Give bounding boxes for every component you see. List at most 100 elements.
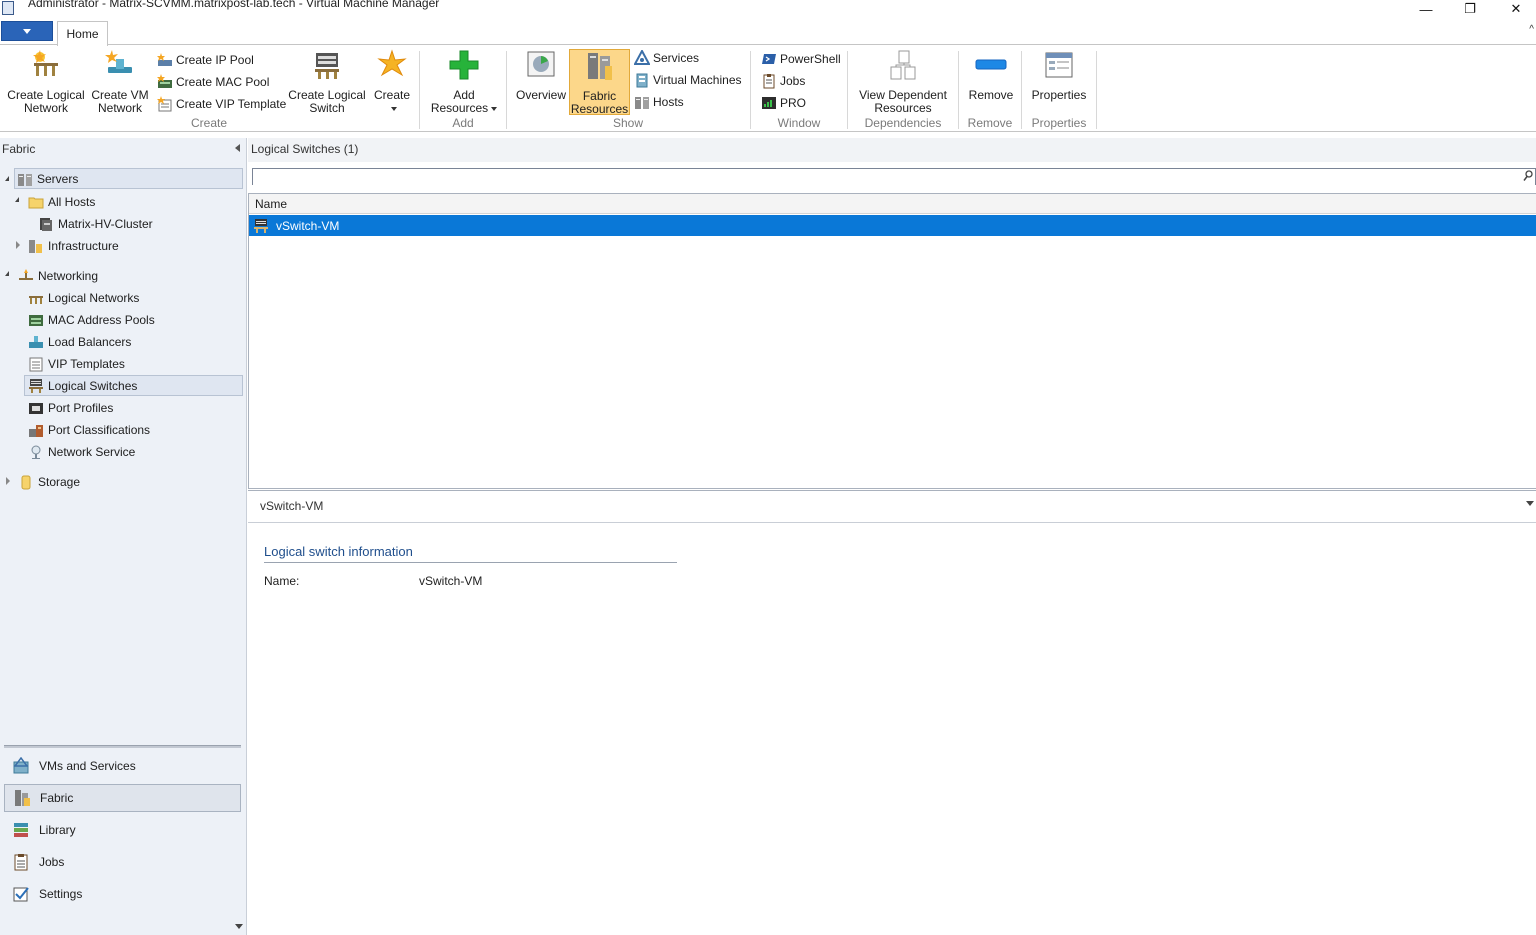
ribbon-separator bbox=[1096, 51, 1097, 129]
properties-button[interactable]: Properties bbox=[1028, 49, 1090, 115]
mac-pool-icon bbox=[157, 74, 173, 90]
ip-pool-icon bbox=[157, 52, 173, 68]
tree-item-infrastructure[interactable]: Infrastructure bbox=[28, 235, 119, 256]
file-menu-button[interactable] bbox=[1, 21, 53, 41]
minimize-button[interactable]: — bbox=[1403, 0, 1449, 18]
name-property-value: vSwitch-VM bbox=[419, 574, 483, 588]
collapse-pane-icon[interactable] bbox=[235, 144, 240, 152]
search-input[interactable] bbox=[253, 169, 1535, 185]
hosts-button[interactable]: Hosts bbox=[634, 92, 684, 112]
storage-icon bbox=[18, 474, 34, 490]
list-title-bar bbox=[248, 138, 1536, 162]
ribbon-tab-row: Home ^ bbox=[0, 18, 1536, 46]
tree-label-all-hosts: All Hosts bbox=[48, 194, 96, 209]
overview-button[interactable]: Overview bbox=[514, 49, 568, 115]
ribbon-group-add: Add Resources Add bbox=[420, 45, 506, 132]
expand-networking-icon[interactable] bbox=[5, 271, 9, 276]
expand-infrastructure-icon[interactable] bbox=[16, 241, 20, 249]
hosts-label: Hosts bbox=[653, 95, 684, 109]
ribbon-group-properties: Properties Properties bbox=[1022, 45, 1096, 132]
workspace-label-vms-and-services: VMs and Services bbox=[39, 759, 136, 773]
tree-label-vip-templates: VIP Templates bbox=[48, 356, 125, 371]
search-icon[interactable] bbox=[1523, 170, 1533, 182]
table-row[interactable]: vSwitch-VM bbox=[249, 215, 1536, 236]
folder-icon bbox=[28, 194, 44, 210]
tree-item-logical-networks[interactable]: Logical Networks bbox=[28, 287, 139, 308]
add-resources-dropdown-icon bbox=[491, 106, 498, 111]
ribbon-group-create: Create Logical Network Create VM Network… bbox=[0, 45, 418, 132]
create-vip-template-button[interactable]: Create VIP Template bbox=[157, 94, 286, 114]
create-logical-network-button[interactable]: Create Logical Network bbox=[5, 49, 87, 115]
tree-item-vip-templates[interactable]: VIP Templates bbox=[28, 353, 125, 374]
ribbon-group-window: PowerShell Jobs PRO Window bbox=[751, 45, 847, 132]
services-label: Services bbox=[653, 51, 700, 65]
tree-item-load-balancers[interactable]: Load Balancers bbox=[28, 331, 131, 352]
collapse-ribbon-icon[interactable]: ^ bbox=[1529, 24, 1534, 35]
vip-templates-icon bbox=[28, 356, 44, 372]
create-vm-network-button[interactable]: Create VM Network bbox=[89, 49, 151, 115]
fabric-resources-label: Fabric Resources bbox=[570, 89, 629, 116]
fabric-resources-button[interactable]: Fabric Resources bbox=[569, 49, 630, 116]
tree-item-storage[interactable]: Storage bbox=[18, 471, 80, 492]
close-button[interactable]: ✕ bbox=[1493, 0, 1536, 18]
services-button[interactable]: Services bbox=[633, 48, 700, 68]
library-books-icon bbox=[12, 821, 30, 839]
load-balancers-icon bbox=[28, 334, 44, 350]
tree-item-all-hosts[interactable]: All Hosts bbox=[28, 191, 95, 212]
remove-button[interactable]: Remove bbox=[965, 49, 1017, 115]
jobs-button[interactable]: Jobs bbox=[761, 71, 805, 91]
group-label-add: Add bbox=[452, 116, 474, 130]
virtual-machines-button[interactable]: Virtual Machines bbox=[634, 70, 742, 90]
expand-servers-icon[interactable] bbox=[5, 176, 9, 181]
tree-item-mac-address-pools[interactable]: MAC Address Pools bbox=[28, 309, 155, 330]
main-pane: Logical Switches (1) Name vSwitch-VM vSw… bbox=[248, 138, 1536, 935]
view-dependent-resources-button[interactable]: View Dependent Resources bbox=[854, 49, 952, 115]
port-profiles-icon bbox=[28, 400, 44, 416]
workspace-vms-and-services[interactable]: VMs and Services bbox=[4, 752, 241, 780]
search-box[interactable] bbox=[252, 168, 1536, 185]
overview-label: Overview bbox=[515, 88, 566, 102]
create-dropdown-button[interactable]: Create bbox=[370, 49, 414, 115]
tree-label-network-service: Network Service bbox=[48, 444, 136, 459]
tree-item-port-classifications[interactable]: Port Classifications bbox=[28, 419, 150, 440]
group-label-window: Window bbox=[777, 116, 821, 130]
create-vm-network-label: Create VM Network bbox=[91, 88, 149, 115]
workspace-overflow-icon[interactable] bbox=[235, 924, 243, 929]
tree-item-servers[interactable]: Servers bbox=[14, 168, 243, 189]
workspace-settings[interactable]: Settings bbox=[4, 880, 241, 908]
virtual-machines-label: Virtual Machines bbox=[653, 73, 742, 87]
tree-item-network-service[interactable]: Network Service bbox=[28, 441, 135, 462]
workspace-jobs[interactable]: Jobs bbox=[4, 848, 241, 876]
tree-label-networking: Networking bbox=[38, 268, 99, 283]
create-logical-switch-button[interactable]: Create Logical Switch bbox=[288, 49, 366, 115]
tree-label-storage: Storage bbox=[38, 474, 81, 489]
settings-checkbox-icon bbox=[12, 885, 30, 903]
tree-label-logical-networks: Logical Networks bbox=[48, 290, 140, 305]
networking-icon bbox=[18, 268, 34, 284]
expand-all-hosts-icon[interactable] bbox=[15, 197, 19, 202]
tree-item-networking[interactable]: Networking bbox=[18, 265, 98, 286]
add-resources-button[interactable]: Add Resources bbox=[428, 49, 500, 115]
create-ip-pool-button[interactable]: Create IP Pool bbox=[157, 50, 254, 70]
name-property-label: Name: bbox=[264, 574, 300, 588]
workspace-splitter[interactable] bbox=[4, 745, 241, 748]
powershell-button[interactable]: PowerShell bbox=[761, 49, 841, 69]
tab-home[interactable]: Home bbox=[57, 21, 108, 46]
tree-item-cluster[interactable]: Matrix-HV-Cluster bbox=[38, 213, 153, 234]
workspace-library[interactable]: Library bbox=[4, 816, 241, 844]
vm-network-icon bbox=[104, 49, 136, 81]
expand-storage-icon[interactable] bbox=[6, 477, 10, 485]
tree-item-logical-switches[interactable]: Logical Switches bbox=[24, 375, 243, 396]
tree-item-port-profiles[interactable]: Port Profiles bbox=[28, 397, 113, 418]
details-collapse-icon[interactable] bbox=[1526, 501, 1534, 506]
dependent-resources-icon bbox=[887, 49, 919, 81]
restore-button[interactable]: ❐ bbox=[1447, 0, 1493, 18]
view-dependent-resources-label: View Dependent Resources bbox=[859, 88, 947, 115]
row-name: vSwitch-VM bbox=[276, 218, 340, 233]
pro-button[interactable]: PRO bbox=[761, 93, 806, 113]
tree-label-cluster: Matrix-HV-Cluster bbox=[58, 216, 153, 231]
create-mac-pool-button[interactable]: Create MAC Pool bbox=[157, 72, 269, 92]
column-header-name[interactable]: Name bbox=[249, 194, 1536, 214]
vip-template-icon bbox=[157, 96, 173, 112]
workspace-fabric[interactable]: Fabric bbox=[4, 784, 241, 812]
